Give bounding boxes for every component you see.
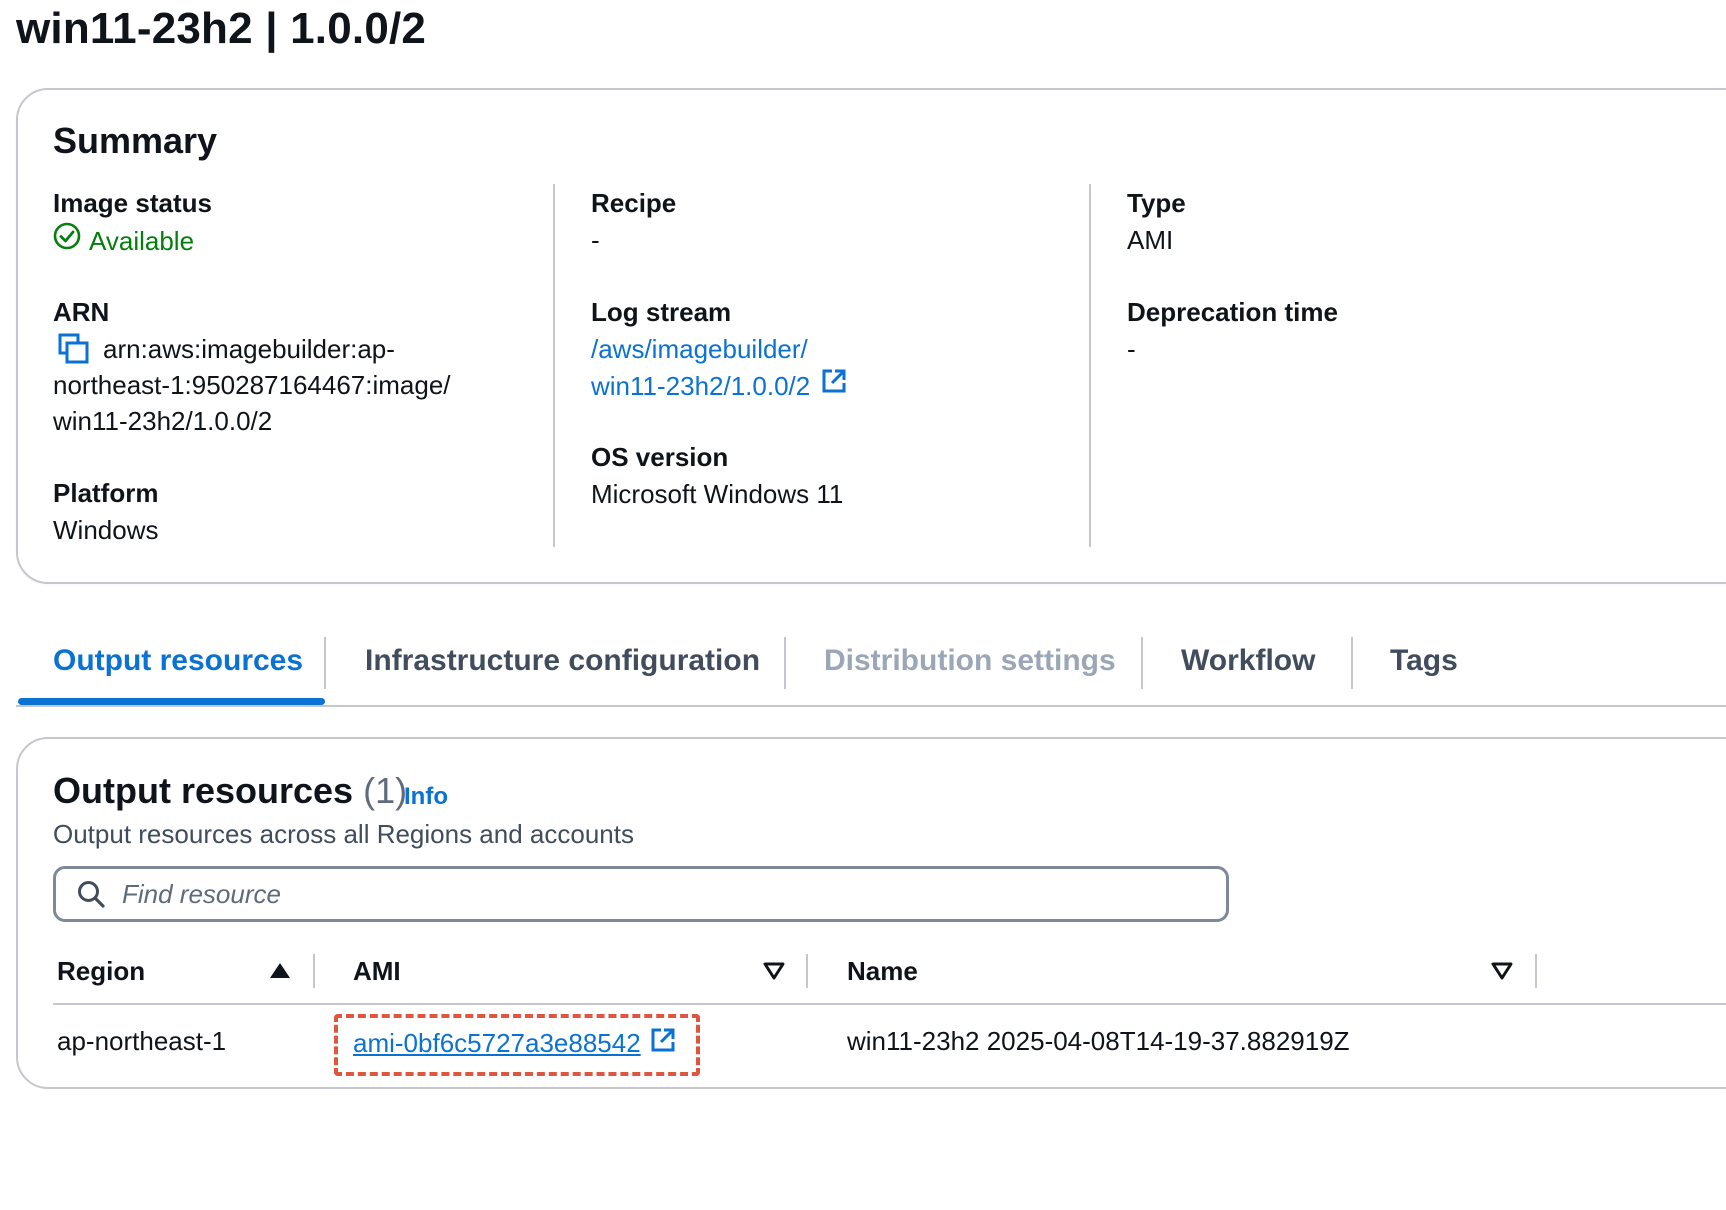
arn-value-line1: arn:aws:imagebuilder:ap- <box>103 334 395 364</box>
column-header-region[interactable]: Region <box>57 956 145 987</box>
tab-output-resources[interactable]: Output resources <box>53 644 303 678</box>
search-input[interactable] <box>122 869 1202 919</box>
arn-label: ARN <box>53 297 110 327</box>
recipe-label: Recipe <box>591 188 677 218</box>
summary-title: Summary <box>53 120 218 161</box>
tab-separator <box>784 637 786 689</box>
find-resource-search[interactable] <box>53 866 1229 922</box>
os-version-value: Microsoft Windows 11 <box>591 479 844 509</box>
arn-value-line3: win11-23h2/1.0.0/2 <box>53 406 273 436</box>
output-resources-description: Output resources across all Regions and … <box>53 819 634 849</box>
type-label: Type <box>1127 188 1186 218</box>
sort-descending-icon[interactable] <box>762 961 786 986</box>
output-resources-heading: Output resources <box>53 770 354 811</box>
os-version-label: OS version <box>591 442 729 472</box>
log-stream-link-line2[interactable]: win11-23h2/1.0.0/2 <box>591 368 810 404</box>
log-stream-label: Log stream <box>591 297 732 327</box>
platform-label: Platform <box>53 478 159 508</box>
image-status-value: Available <box>53 222 194 259</box>
tabs-divider <box>16 705 1726 707</box>
table-cell-region: ap-northeast-1 <box>57 1026 227 1056</box>
search-icon <box>76 879 106 909</box>
info-link[interactable]: Info <box>404 783 448 811</box>
tab-workflow[interactable]: Workflow <box>1181 644 1315 678</box>
image-status-text: Available <box>89 225 195 256</box>
copy-icon[interactable] <box>57 333 91 370</box>
arn-value-line2: northeast-1:950287164467:image/ <box>53 370 451 400</box>
output-resources-title: Output resources (1) <box>53 770 407 812</box>
sort-ascending-icon[interactable] <box>268 960 292 985</box>
tab-separator <box>1351 637 1353 689</box>
column-divider <box>1089 184 1091 547</box>
external-link-icon <box>820 367 848 404</box>
tab-separator <box>1141 637 1143 689</box>
platform-value: Windows <box>53 515 159 545</box>
column-divider <box>553 184 555 547</box>
output-resources-count: (1) <box>363 770 408 811</box>
deprecation-time-label: Deprecation time <box>1127 297 1338 327</box>
table-cell-name: win11-23h2 2025-04-08T14-19-37.882919Z <box>847 1026 1350 1056</box>
image-status-label: Image status <box>53 188 212 218</box>
column-header-name[interactable]: Name <box>847 956 918 987</box>
log-stream-link[interactable]: win11-23h2/1.0.0/2 <box>591 367 848 404</box>
tab-distribution-settings: Distribution settings <box>824 644 1116 677</box>
sort-descending-icon[interactable] <box>1490 961 1514 986</box>
status-success-icon <box>53 222 81 259</box>
column-separator[interactable] <box>313 954 315 988</box>
log-stream-link-line1[interactable]: /aws/imagebuilder/ <box>591 331 808 367</box>
deprecation-time-value: - <box>1127 334 1136 364</box>
table-header-divider <box>53 1003 1726 1005</box>
tab-infrastructure-configuration[interactable]: Infrastructure configuration <box>365 644 760 678</box>
page-title: win11-23h2 | 1.0.0/2 <box>16 4 427 53</box>
active-tab-indicator <box>18 698 325 705</box>
type-value: AMI <box>1127 225 1174 255</box>
column-header-ami[interactable]: AMI <box>353 956 401 987</box>
highlight-box <box>334 1014 700 1076</box>
column-separator[interactable] <box>806 954 808 988</box>
tab-separator <box>324 637 326 689</box>
recipe-value: - <box>591 225 600 255</box>
tab-tags[interactable]: Tags <box>1390 644 1458 678</box>
column-separator[interactable] <box>1535 954 1537 988</box>
